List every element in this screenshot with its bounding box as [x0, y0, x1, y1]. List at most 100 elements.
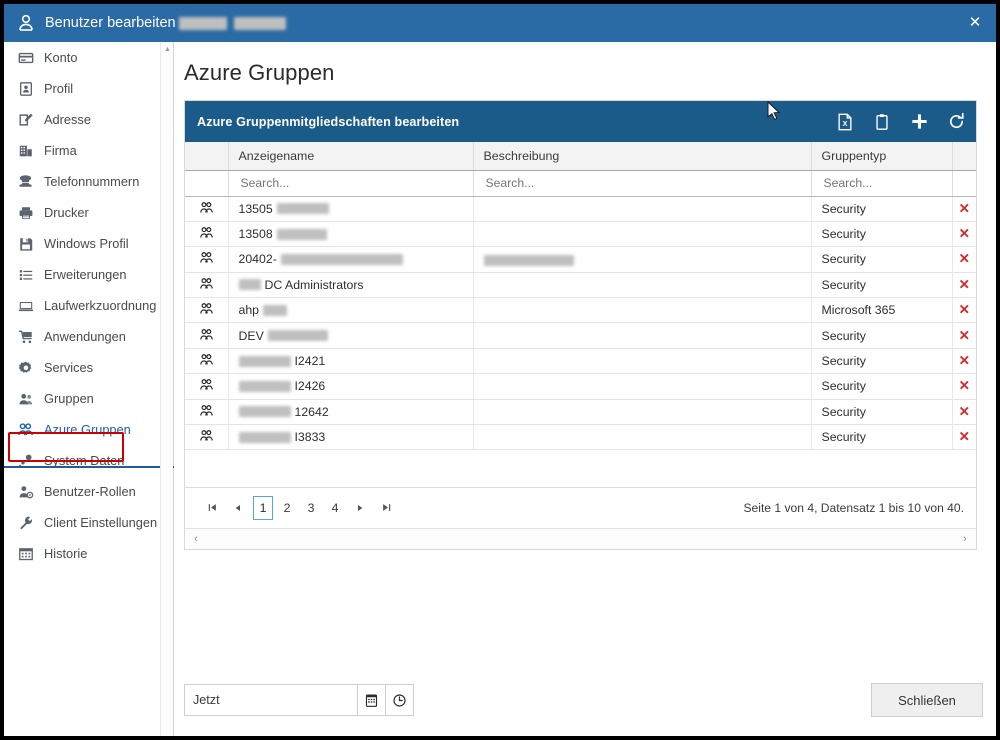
datetime-field-group	[184, 684, 414, 716]
cell-beschreibung	[473, 348, 812, 375]
sidebar-item-label: Historie	[44, 546, 88, 561]
export-excel-icon[interactable]: X	[835, 112, 855, 132]
sidebar-item-telefonnummern[interactable]: Telefonnummern	[4, 166, 161, 197]
cell-beschreibung	[473, 221, 812, 248]
pager-first-button[interactable]	[199, 495, 225, 521]
search-input-anzeigename[interactable]	[238, 175, 459, 191]
sidebar-item-windows-profil[interactable]: Windows Profil	[4, 228, 161, 259]
pager-page-1[interactable]: 1	[253, 495, 273, 520]
pager-status: Seite 1 von 4, Datensatz 1 bis 10 von 40…	[743, 500, 964, 515]
table-horizontal-scrollbar[interactable]: ‹ ›	[185, 528, 976, 549]
pager-next-button[interactable]	[347, 495, 373, 521]
close-icon[interactable]: ✕	[953, 251, 977, 267]
sidebar-item-anwendungen[interactable]: Anwendungen	[4, 321, 161, 352]
cell-anzeigename: I3833	[228, 424, 474, 451]
people-icon	[16, 390, 35, 408]
group-icon	[185, 373, 229, 400]
sidebar-item-konto[interactable]: Konto	[4, 42, 161, 73]
pager-page-3[interactable]: 3	[301, 496, 321, 520]
cell-beschreibung	[473, 424, 812, 451]
table-row[interactable]: 20402- Security ✕	[185, 246, 977, 273]
calendar-icon	[16, 545, 35, 563]
cart-icon	[16, 328, 35, 346]
pager-page-4[interactable]: 4	[325, 496, 345, 520]
table-row[interactable]: DEV Security ✕	[185, 322, 977, 349]
sidebar-item-client-einstellungen[interactable]: Client Einstellungen	[4, 507, 161, 538]
column-header-beschreibung[interactable]: Beschreibung	[473, 142, 812, 171]
close-icon[interactable]: ✕	[953, 277, 977, 293]
delete-row-button[interactable]: ✕	[952, 246, 977, 273]
pager-prev-button[interactable]	[225, 495, 251, 521]
sidebar-item-label: Konto	[44, 50, 78, 65]
cell-beschreibung	[473, 399, 812, 426]
sidebar-item-services[interactable]: Services	[4, 352, 161, 383]
close-icon[interactable]: ✕	[953, 328, 977, 344]
filter-cell-gruppentyp[interactable]	[811, 170, 953, 197]
close-icon[interactable]: ✕	[953, 404, 977, 420]
column-header-gruppentyp[interactable]: Gruppentyp	[811, 142, 953, 171]
table-row[interactable]: I2421 Security ✕	[185, 348, 977, 375]
sidebar-item-profil[interactable]: Profil	[4, 73, 161, 104]
cell-anzeigename: 13508	[228, 221, 474, 248]
sidebar-item-adresse[interactable]: Adresse	[4, 104, 161, 135]
sidebar-item-azure-gruppen[interactable]: Azure Gruppen	[4, 414, 161, 445]
delete-row-button[interactable]: ✕	[952, 322, 977, 349]
search-input-beschreibung[interactable]	[483, 175, 791, 191]
list-icon	[16, 266, 35, 284]
search-input-gruppentyp[interactable]	[821, 175, 944, 191]
sidebar-item-benutzer-rollen[interactable]: Benutzer-Rollen	[4, 476, 161, 507]
table-row[interactable]: 13508 Security ✕	[185, 221, 977, 248]
delete-row-button[interactable]: ✕	[952, 348, 977, 375]
table-row[interactable]: I2426 Security ✕	[185, 373, 977, 400]
table-row[interactable]: 13505 Security ✕	[185, 196, 977, 222]
scroll-left-icon[interactable]: ‹	[189, 532, 203, 546]
sidebar-item-drucker[interactable]: Drucker	[4, 197, 161, 228]
table-row[interactable]: ahp Microsoft 365 ✕	[185, 297, 977, 324]
delete-row-button[interactable]: ✕	[952, 196, 977, 222]
delete-row-button[interactable]: ✕	[952, 221, 977, 248]
clock-icon[interactable]	[385, 685, 413, 715]
column-header-anzeigename[interactable]: Anzeigename	[228, 142, 474, 171]
plus-icon[interactable]	[909, 112, 929, 132]
delete-row-button[interactable]: ✕	[952, 424, 977, 451]
table-row[interactable]: I3833 Security ✕	[185, 424, 977, 451]
sidebar-item-firma[interactable]: Firma	[4, 135, 161, 166]
sidebar-item-gruppen[interactable]: Gruppen	[4, 383, 161, 414]
sidebar-item-laufwerkzuordnung[interactable]: Laufwerkzuordnung	[4, 290, 161, 321]
close-icon[interactable]: ✕	[953, 226, 977, 242]
clipboard-icon[interactable]	[872, 112, 892, 132]
cell-beschreibung	[473, 246, 812, 273]
pager-last-button[interactable]	[373, 495, 399, 521]
close-icon[interactable]: ✕	[966, 14, 984, 32]
close-icon[interactable]: ✕	[953, 378, 977, 394]
table-row[interactable]: DC Administrators Security ✕	[185, 272, 977, 299]
datetime-input[interactable]	[185, 685, 357, 715]
sidebar-item-historie[interactable]: Historie	[4, 538, 161, 569]
sidebar-item-erweiterungen[interactable]: Erweiterungen	[4, 259, 161, 290]
cell-anzeigename: I2421	[228, 348, 474, 375]
close-button[interactable]: Schließen	[871, 683, 983, 717]
refresh-icon[interactable]	[946, 112, 966, 132]
calendar-icon[interactable]	[357, 685, 385, 715]
close-icon[interactable]: ✕	[953, 429, 977, 445]
group-icon	[16, 421, 35, 439]
sidebar-item-system-daten[interactable]: System Daten	[4, 445, 161, 476]
scroll-right-icon[interactable]: ›	[958, 532, 972, 546]
delete-row-button[interactable]: ✕	[952, 373, 977, 400]
close-icon[interactable]: ✕	[953, 201, 977, 217]
delete-row-button[interactable]: ✕	[952, 272, 977, 299]
scroll-up-icon[interactable]: ▲	[164, 46, 171, 53]
close-icon[interactable]: ✕	[953, 353, 977, 369]
gear-icon	[16, 359, 35, 377]
pager-page-2[interactable]: 2	[277, 496, 297, 520]
close-icon[interactable]: ✕	[953, 302, 977, 318]
sidebar-scrollbar[interactable]: ▲	[160, 42, 173, 736]
table-row[interactable]: 12642 Security ✕	[185, 399, 977, 426]
delete-row-button[interactable]: ✕	[952, 297, 977, 324]
filter-cell-beschreibung[interactable]	[473, 170, 812, 197]
group-icon	[185, 297, 229, 324]
filter-cell-anzeigename[interactable]	[228, 170, 474, 197]
delete-row-button[interactable]: ✕	[952, 399, 977, 426]
cell-anzeigename: 12642	[228, 399, 474, 426]
group-icon	[185, 399, 229, 426]
